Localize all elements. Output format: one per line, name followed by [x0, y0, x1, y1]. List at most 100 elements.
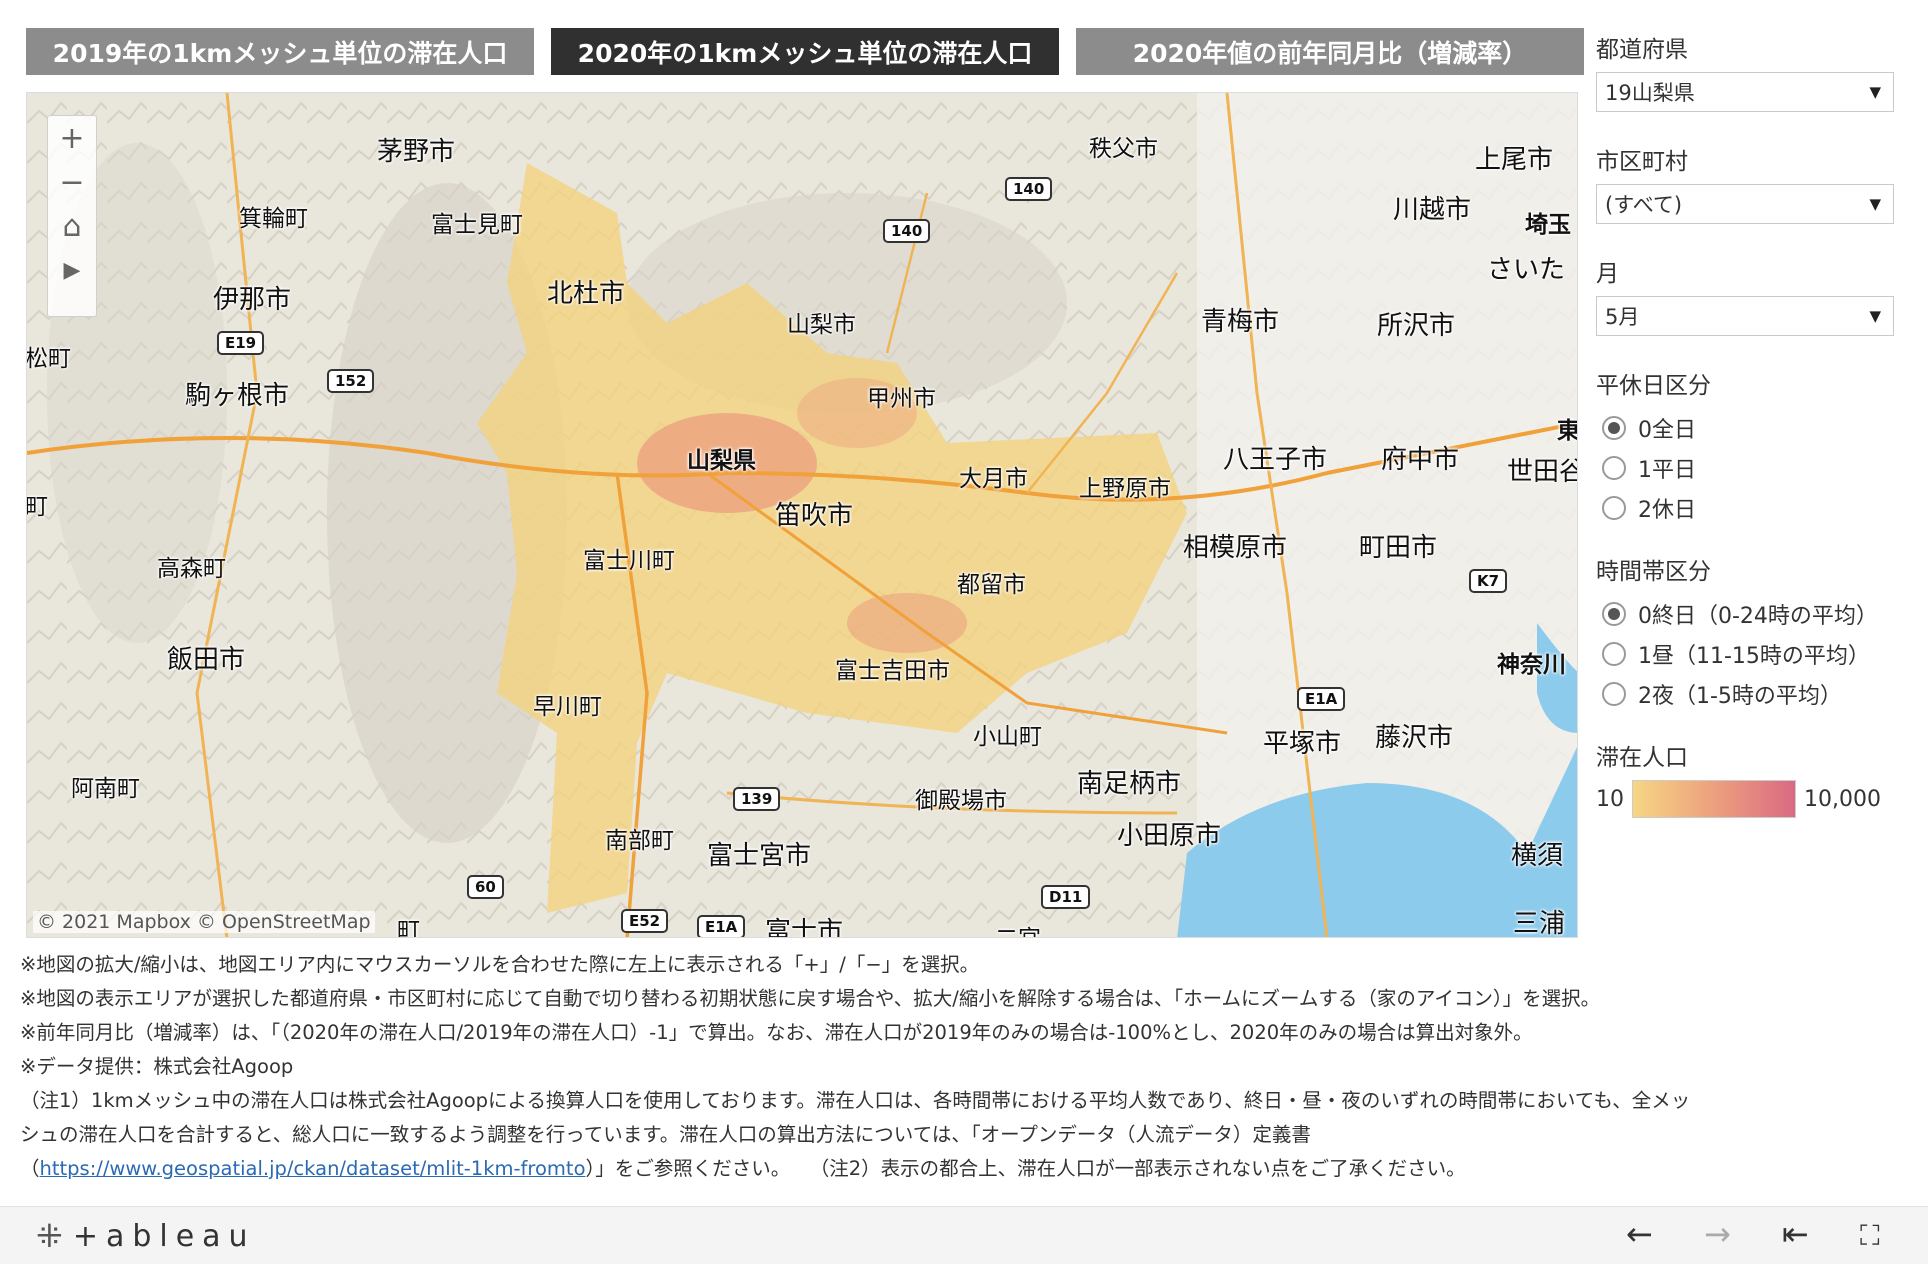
map-label-kawagoe: 川越市 — [1393, 195, 1472, 225]
route-shield: E19 — [217, 331, 265, 355]
prefecture-label: 都道府県 — [1596, 37, 1688, 63]
map-label-koshu: 甲州市 — [867, 386, 936, 412]
map-label-fujisawa: 藤沢市 — [1375, 723, 1454, 753]
radio-label: 0全日 — [1638, 418, 1696, 443]
city-value: (すべて) — [1605, 193, 1683, 217]
color-legend: 10 10,000 — [1596, 780, 1896, 818]
timeslot-option[interactable]: 2夜（1-5時の平均） — [1596, 674, 1896, 714]
zoom-out-button[interactable]: − — [47, 160, 97, 204]
radio-selected[interactable] — [1602, 602, 1626, 626]
map-label-setagaya: 世田谷 — [1507, 457, 1578, 487]
route-shield: K7 — [1469, 569, 1508, 593]
legend-gradient — [1632, 780, 1796, 818]
radio-label: 0終日（0-24時の平均） — [1638, 604, 1878, 629]
map-label-chichibu: 秩父市 — [1089, 136, 1158, 162]
radio[interactable] — [1602, 642, 1626, 666]
note-line: （https://www.geospatial.jp/ckan/dataset/… — [20, 1152, 1910, 1186]
note-line: ※地図の表示エリアが選択した都道府県・市区町村に応じて自動で切り替わる初期状態に… — [20, 987, 1601, 1010]
daytype-option[interactable]: 2休日 — [1596, 488, 1896, 528]
radio-label: 2夜（1-5時の平均） — [1638, 684, 1842, 709]
legend-min: 10 — [1596, 786, 1624, 812]
city-select[interactable]: (すべて) ▼ — [1596, 184, 1894, 224]
radio[interactable] — [1602, 456, 1626, 480]
map-label-otsuki: 大月市 — [959, 466, 1028, 492]
filter-panel: 都道府県 19山梨県 ▼ 市区町村 (すべて) ▼ 月 5月 ▼ 平休日区分 0… — [1596, 30, 1896, 818]
radio-selected[interactable] — [1602, 416, 1626, 440]
population-map[interactable]: 茅野市 秩父市 上尾市 箕輪町 富士見町 川越市 埼玉 さいた 伊那市 北杜市 … — [26, 92, 1578, 938]
redo-icon[interactable]: → — [1704, 1215, 1731, 1253]
map-label-hayakawa: 早川町 — [533, 694, 602, 720]
definition-link[interactable]: https://www.geospatial.jp/ckan/dataset/m… — [40, 1157, 586, 1180]
timeslot-option[interactable]: 1昼（11-15時の平均） — [1596, 634, 1896, 674]
map-label-nanbu: 南部町 — [605, 828, 674, 854]
map-label-fuchu: 府中市 — [1381, 445, 1460, 475]
month-value: 5月 — [1605, 305, 1640, 329]
view-tabs: 2019年の1kmメッシュ単位の滞在人口 2020年の1kmメッシュ単位の滞在人… — [26, 28, 1584, 75]
map-label-komagane: 駒ヶ根市 — [185, 381, 290, 411]
legend-title: 滞在人口 — [1596, 745, 1688, 771]
map-label-iida: 飯田市 — [167, 645, 246, 675]
map-label-hiratsuka: 平塚市 — [1263, 729, 1342, 759]
radio[interactable] — [1602, 682, 1626, 706]
radio-label: 2休日 — [1638, 498, 1696, 523]
radio[interactable] — [1602, 496, 1626, 520]
map-label-saitama: さいた — [1487, 255, 1566, 285]
route-shield: 60 — [467, 875, 504, 899]
map-label-higashi: 東 — [1557, 418, 1578, 444]
map-label-sagamihara: 相模原市 — [1183, 533, 1288, 563]
daytype-label: 平休日区分 — [1596, 373, 1711, 399]
zoom-in-button[interactable]: + — [47, 116, 97, 160]
map-label-fuefuki: 笛吹市 — [775, 501, 854, 531]
map-label-fujiyoshida: 富士吉田市 — [835, 658, 950, 684]
map-label-saitama-pref: 埼玉 — [1525, 212, 1571, 238]
map-label-machida: 町田市 — [1359, 533, 1438, 563]
city-label: 市区町村 — [1596, 149, 1688, 175]
route-shield: 140 — [1005, 177, 1053, 201]
revert-icon[interactable]: ⇤ — [1782, 1215, 1809, 1253]
notes: ※地図の拡大/縮小は、地図エリア内にマウスカーソルを合わせた際に左上に表示される… — [20, 948, 1910, 1186]
map-label-gotemba: 御殿場市 — [915, 788, 1007, 814]
tab-yoy-change[interactable]: 2020年値の前年同月比（増減率） — [1076, 28, 1584, 75]
map-label-chino: 茅野市 — [377, 137, 456, 167]
undo-icon[interactable]: ← — [1626, 1215, 1653, 1253]
map-label-kanagawa: 神奈川 — [1497, 652, 1566, 678]
route-shield: 139 — [733, 787, 781, 811]
map-label-yokosuka: 横須 — [1511, 841, 1564, 871]
prefecture-value: 19山梨県 — [1605, 81, 1695, 105]
map-label-tsuru: 都留市 — [957, 572, 1026, 598]
note-line: ※地図の拡大/縮小は、地図エリア内にマウスカーソルを合わせた際に左上に表示される… — [20, 953, 980, 976]
chevron-down-icon: ▼ — [1869, 307, 1881, 325]
fullscreen-icon[interactable]: ⛶ — [1860, 1219, 1880, 1253]
route-shield: E1A — [1297, 687, 1346, 711]
daytype-option[interactable]: 0全日 — [1596, 408, 1896, 448]
route-shield: D11 — [1041, 885, 1091, 909]
map-label-ninomiya: 二宮 — [995, 919, 1041, 937]
route-shield: 140 — [883, 219, 931, 243]
play-icon[interactable]: ▶ — [47, 248, 97, 292]
timeslot-option[interactable]: 0終日（0-24時の平均） — [1596, 594, 1896, 634]
tab-2019-population[interactable]: 2019年の1kmメッシュ単位の滞在人口 — [26, 28, 534, 75]
map-attribution: © 2021 Mapbox © OpenStreetMap — [33, 911, 375, 933]
map-label-anan: 阿南町 — [71, 776, 140, 802]
home-icon[interactable]: ⌂ — [47, 204, 97, 248]
prefecture-select[interactable]: 19山梨県 ▼ — [1596, 72, 1894, 112]
map-label-ina: 伊那市 — [213, 285, 292, 315]
daytype-option[interactable]: 1平日 — [1596, 448, 1896, 488]
map-label-yamanashi-pref: 山梨県 — [687, 448, 756, 474]
month-select[interactable]: 5月 ▼ — [1596, 296, 1894, 336]
note-line: ※前年同月比（増減率）は、「（2020年の滞在人口/2019年の滞在人口）-1」… — [20, 1021, 1533, 1044]
map-label-takamori: 高森町 — [157, 556, 226, 582]
map-label-machi-left: 町 — [26, 494, 48, 520]
radio-label: 1昼（11-15時の平均） — [1638, 644, 1870, 669]
map-label-minowa: 箕輪町 — [239, 206, 308, 232]
daytype-group: 平休日区分 0全日 1平日 2休日 — [1596, 366, 1896, 528]
map-label-fujikawa: 富士川町 — [583, 548, 675, 574]
legend-max: 10,000 — [1804, 786, 1881, 812]
map-label-miura: 三浦 — [1513, 909, 1566, 938]
timeslot-group: 時間帯区分 0終日（0-24時の平均） 1昼（11-15時の平均） 2夜（1-5… — [1596, 552, 1896, 714]
tableau-logo[interactable]: ⁜ +ableau — [36, 1217, 256, 1255]
note-line: シュの滞在人口を合計すると、総人口に一致するよう調整を行っています。滞在人口の算… — [20, 1123, 1311, 1146]
note-text: （ — [20, 1157, 40, 1180]
tab-2020-population[interactable]: 2020年の1kmメッシュ単位の滞在人口 — [551, 28, 1059, 75]
tableau-toolbar: ⁜ +ableau ← → ⇤ ⛶ — [0, 1206, 1928, 1264]
